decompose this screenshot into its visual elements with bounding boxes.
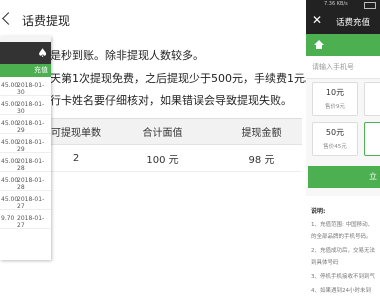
record-amount: 45.00 xyxy=(1,158,19,165)
page-title: 话费提现 xyxy=(22,14,71,28)
record-amount: 45.00 xyxy=(1,196,19,203)
left-phone-screenshot: ♠ 充值 45.00 2018-01-30 45.00 2018-01-30 4… xyxy=(0,36,51,260)
left-phone-title-bar: ♠ xyxy=(0,42,51,64)
list-item[interactable]: 45.00 2018-01-27 xyxy=(0,191,51,210)
battery-icon xyxy=(364,2,376,9)
record-date: 2018-01-27 xyxy=(17,196,45,210)
screenshot-canvas: 话费提现 是秒到账。除非提现人数较多。 天第1次提现免费，之后提现少于500元，… xyxy=(0,0,380,306)
notes-line: 到具体号码 xyxy=(311,260,339,266)
record-amount: 45.00 xyxy=(1,82,19,89)
list-item[interactable]: 45.00 2018-01-30 xyxy=(0,96,51,115)
left-phone-green-bar: 充值 xyxy=(0,64,51,77)
record-date: 2018-01-28 xyxy=(17,177,45,191)
record-amount: 45.00 xyxy=(1,139,19,146)
recharge-title: 话费充值 xyxy=(336,18,371,28)
withdraw-note-1: 是秒到账。除非提现人数较多。 xyxy=(50,49,204,62)
submit-label: 立 xyxy=(369,172,377,181)
phone-number-placeholder: 请输入手机号 xyxy=(312,63,354,71)
withdraw-header: 话费提现 xyxy=(0,10,300,36)
list-item[interactable]: 45.00 2018-01-28 xyxy=(0,172,51,191)
withdraw-note-3: 行卡姓名要仔细核对，如果错误会导致提现失败。 xyxy=(50,94,292,107)
recharge-option-price: 售价9元 xyxy=(325,104,345,110)
notes-heading: 说明: xyxy=(311,208,326,215)
recharge-green-bar xyxy=(306,34,380,56)
header-withdraw-amount: 提现金额 xyxy=(241,128,282,139)
back-icon[interactable] xyxy=(2,12,15,25)
phone-number-input[interactable]: 请输入手机号 xyxy=(306,56,380,79)
record-date: 2018-01-29 xyxy=(17,120,45,134)
list-item[interactable]: 45.00 2018-01-30 xyxy=(0,77,51,96)
recharge-option-price: 售价45元 xyxy=(323,144,347,150)
recharge-option-10[interactable]: 10元 售价9元 xyxy=(312,82,358,116)
withdraw-summary-table: 可提现单数 合计面值 提现金额 2 100 元 98 元 xyxy=(48,118,302,172)
record-amount: 45.00 xyxy=(1,101,19,108)
recharge-option-value: 50元 xyxy=(325,128,345,137)
notes-line: 的全部品牌的手机号码。 xyxy=(311,234,372,240)
left-phone-header-label: 充值 xyxy=(34,66,48,74)
submit-recharge-button[interactable]: 立 xyxy=(308,166,380,188)
recharge-notes: 说明: 1、充值范围: 中国移动、 的全部品牌的手机号码。 2、充值成功后，交易… xyxy=(306,196,380,306)
notes-line: 4、如果遇到24小时未到 xyxy=(311,288,371,294)
table-header-row: 可提现单数 合计面值 提现金额 xyxy=(48,119,302,145)
withdraw-note-2: 天第1次提现免费，之后提现少于500元，手续费1元。 xyxy=(50,72,316,85)
status-bar: 7.36 KB/s xyxy=(306,0,380,9)
app-logo-icon: ♠ xyxy=(37,46,48,60)
recharge-option-value: 10元 xyxy=(325,88,345,97)
header-order-count: 可提现单数 xyxy=(51,128,101,139)
record-date: 2018-01-30 xyxy=(17,82,45,96)
record-amount: 45.00 xyxy=(1,120,19,127)
network-speed: 7.36 KB/s xyxy=(324,1,348,7)
recharge-option-50[interactable]: 50元 售价45元 xyxy=(312,122,358,156)
cell-order-count: 2 xyxy=(72,152,80,164)
recharge-option-partial[interactable] xyxy=(364,82,380,116)
notes-line: 1、充值范围: 中国移动、 xyxy=(311,222,374,228)
record-date: 2018-01-30 xyxy=(17,101,45,115)
record-date: 2018-01-28 xyxy=(17,158,45,172)
list-item[interactable]: 45.00 2018-01-29 xyxy=(0,134,51,153)
cell-withdraw-amount: 98 元 xyxy=(248,154,275,166)
close-icon[interactable]: ✕ xyxy=(312,13,322,27)
home-icon[interactable] xyxy=(314,40,324,49)
recharge-option-partial-selected[interactable] xyxy=(364,122,380,156)
record-amount: 45.00 xyxy=(1,177,19,184)
recharge-title-bar: ✕ 话费充值 xyxy=(306,9,380,34)
notes-line: 3、停机手机接收不到到气 xyxy=(311,274,376,280)
notes-line: 2、充值成功后，交易无法 xyxy=(311,248,376,254)
record-amount: 9.70 xyxy=(1,215,15,222)
cell-total-face-value: 100 元 xyxy=(146,154,179,166)
header-total-face-value: 合计面值 xyxy=(142,128,183,139)
list-item[interactable]: 45.00 2018-01-28 xyxy=(0,153,51,172)
right-phone-screenshot: 7.36 KB/s ✕ 话费充值 请输入手机号 10元 售价9元 50元 售价4… xyxy=(306,0,380,306)
record-date: 2018-01-27 xyxy=(17,215,45,229)
list-item[interactable]: 45.00 2018-01-29 xyxy=(0,115,51,134)
record-date: 2018-01-29 xyxy=(17,139,45,153)
list-item[interactable]: 9.70 2018-01-27 xyxy=(0,210,51,229)
table-row: 2 100 元 98 元 xyxy=(48,145,302,172)
